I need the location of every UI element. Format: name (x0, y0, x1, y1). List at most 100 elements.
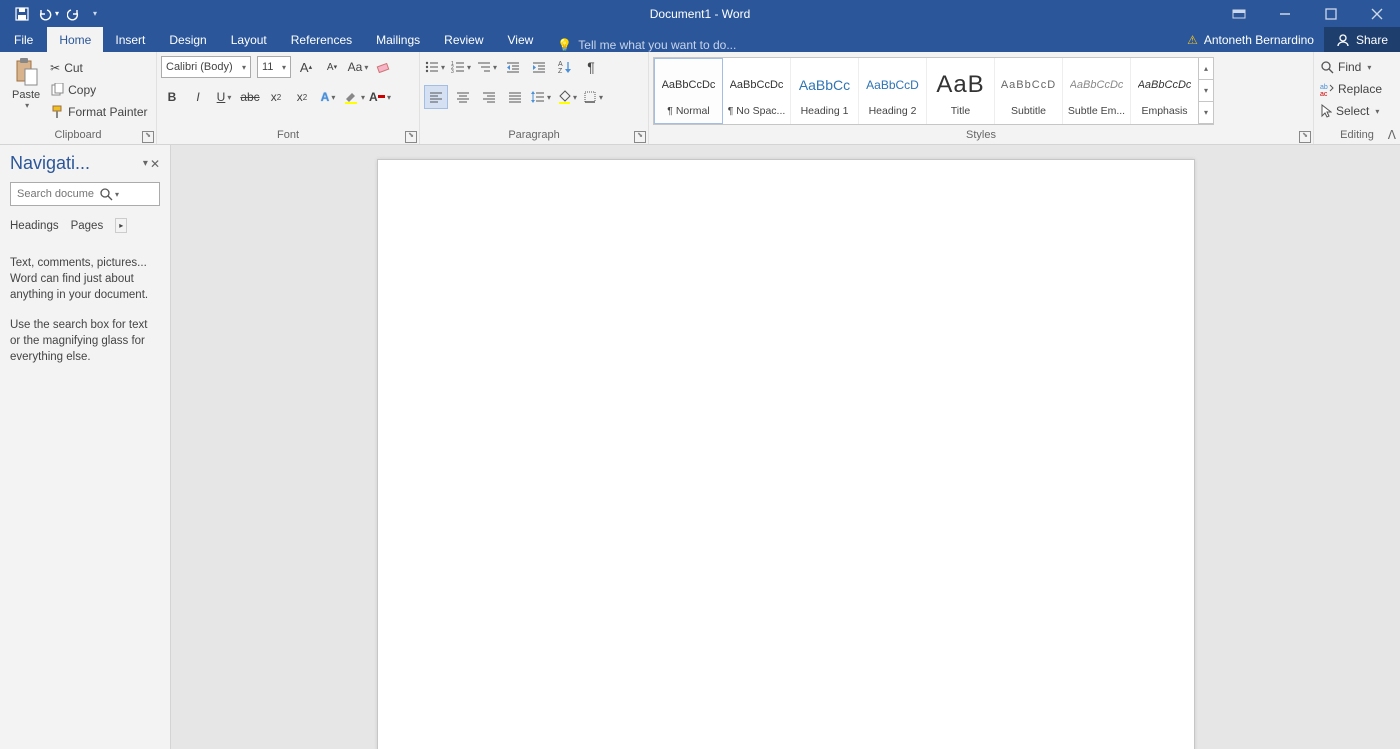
increase-indent-button[interactable] (528, 56, 550, 78)
borders-button[interactable]: ▾ (582, 86, 604, 108)
style-no-spacing[interactable]: AaBbCcDc¶ No Spac... (723, 58, 791, 124)
strikethrough-button[interactable]: abc (239, 86, 261, 108)
styles-gallery: AaBbCcDc¶ Normal AaBbCcDc¶ No Spac... Aa… (653, 57, 1214, 125)
tab-view[interactable]: View (496, 27, 546, 52)
font-name-combo[interactable]: Calibri (Body)▾ (161, 56, 251, 78)
tab-file[interactable]: File (0, 27, 47, 52)
text-effects-button[interactable]: A▾ (317, 86, 339, 108)
align-right-button[interactable] (478, 86, 500, 108)
warning-icon: ⚠ (1187, 33, 1198, 47)
subscript-button[interactable]: x2 (265, 86, 287, 108)
italic-button[interactable]: I (187, 86, 209, 108)
customize-qat-button[interactable]: ▾ (88, 2, 102, 26)
sort-icon: AZ (558, 60, 572, 74)
bullets-icon (425, 61, 439, 73)
save-button[interactable] (10, 2, 34, 26)
line-spacing-button[interactable]: ▾ (530, 86, 552, 108)
tab-insert[interactable]: Insert (103, 27, 157, 52)
styles-scroll-down[interactable]: ▾ (1199, 80, 1213, 102)
ribbon-display-options[interactable] (1216, 0, 1262, 27)
underline-button[interactable]: U▾ (213, 86, 235, 108)
title-bar: ▾ ▾ Document1 - Word (0, 0, 1400, 27)
numbering-button[interactable]: 123▾ (450, 56, 472, 78)
nav-search-menu[interactable]: ▾ (115, 190, 119, 199)
page-canvas[interactable] (377, 159, 1195, 749)
grow-font-button[interactable]: A▴ (295, 56, 317, 78)
justify-button[interactable] (504, 86, 526, 108)
format-painter-button[interactable]: Format Painter (48, 101, 149, 123)
svg-text:ab: ab (1320, 84, 1328, 91)
nav-search-box[interactable]: ▾ (10, 182, 160, 206)
style-subtle-emphasis[interactable]: AaBbCcDcSubtle Em... (1063, 58, 1131, 124)
tab-mailings[interactable]: Mailings (364, 27, 432, 52)
svg-text:ac: ac (1320, 91, 1328, 96)
svg-text:Z: Z (558, 68, 563, 74)
search-icon[interactable] (99, 187, 113, 201)
tab-layout[interactable]: Layout (219, 27, 279, 52)
collapse-ribbon-button[interactable]: ᐱ (1388, 128, 1396, 142)
tab-review[interactable]: Review (432, 27, 495, 52)
account-button[interactable]: ⚠ Antoneth Bernardino (1177, 33, 1324, 47)
style-heading-2[interactable]: AaBbCcDHeading 2 (859, 58, 927, 124)
align-center-button[interactable] (452, 86, 474, 108)
paragraph-dialog-launcher[interactable]: ⬊ (634, 131, 646, 143)
numbering-icon: 123 (451, 61, 465, 73)
font-dialog-launcher[interactable]: ⬊ (405, 131, 417, 143)
tab-home[interactable]: Home (47, 27, 103, 52)
nav-tab-more[interactable]: ▸ (115, 218, 127, 233)
font-color-button[interactable]: A▾ (369, 86, 391, 108)
multilevel-list-button[interactable]: ▾ (476, 56, 498, 78)
ribbon: Paste ▾ ✂Cut Copy Format Painter Clipboa… (0, 52, 1400, 145)
change-case-button[interactable]: Aa▾ (347, 56, 369, 78)
tab-design[interactable]: Design (157, 27, 218, 52)
nav-help-text-2: Use the search box for text or the magni… (10, 317, 160, 365)
navigation-pane: Navigati... ▾ ✕ ▾ Headings Pages ▸ Text,… (0, 145, 171, 749)
find-button[interactable]: Find▾ (1318, 56, 1373, 78)
style-normal[interactable]: AaBbCcDc¶ Normal (654, 58, 723, 124)
document-area[interactable] (171, 145, 1400, 749)
bullets-button[interactable]: ▾ (424, 56, 446, 78)
replace-button[interactable]: abacReplace (1318, 78, 1384, 100)
style-title[interactable]: AaBTitle (927, 58, 995, 124)
highlight-button[interactable]: ▾ (343, 86, 365, 108)
work-area: Navigati... ▾ ✕ ▾ Headings Pages ▸ Text,… (0, 145, 1400, 749)
lightbulb-icon: 💡 (557, 38, 572, 52)
styles-expand[interactable]: ▾ (1199, 102, 1213, 124)
style-emphasis[interactable]: AaBbCcDcEmphasis (1131, 58, 1198, 124)
copy-button[interactable]: Copy (48, 79, 149, 101)
clipboard-dialog-launcher[interactable]: ⬊ (142, 131, 154, 143)
styles-scroll-up[interactable]: ▴ (1199, 58, 1213, 80)
share-button[interactable]: Share (1324, 27, 1400, 52)
style-subtitle[interactable]: AaBbCcDSubtitle (995, 58, 1063, 124)
tab-references[interactable]: References (279, 27, 364, 52)
paste-button[interactable]: Paste ▾ (4, 55, 48, 112)
group-styles: AaBbCcDc¶ Normal AaBbCcDc¶ No Spac... Aa… (649, 52, 1314, 144)
nav-close-button[interactable]: ✕ (150, 157, 160, 171)
nav-tab-pages[interactable]: Pages (71, 220, 104, 232)
cut-button[interactable]: ✂Cut (48, 57, 149, 79)
shading-button[interactable]: ▾ (556, 86, 578, 108)
clear-formatting-button[interactable] (373, 56, 395, 78)
nav-tab-headings[interactable]: Headings (10, 220, 59, 232)
font-size-combo[interactable]: 11▾ (257, 56, 291, 78)
sort-button[interactable]: AZ (554, 56, 576, 78)
close-button[interactable] (1354, 0, 1400, 27)
maximize-button[interactable] (1308, 0, 1354, 27)
show-marks-button[interactable]: ¶ (580, 56, 602, 78)
redo-button[interactable] (62, 2, 86, 26)
superscript-button[interactable]: x2 (291, 86, 313, 108)
select-button[interactable]: Select▾ (1318, 100, 1381, 122)
decrease-indent-button[interactable] (502, 56, 524, 78)
tell-me-search[interactable]: 💡 Tell me what you want to do... (545, 38, 736, 52)
nav-search-input[interactable] (15, 187, 99, 201)
minimize-button[interactable] (1262, 0, 1308, 27)
bold-button[interactable]: B (161, 86, 183, 108)
ribbon-tabs: File Home Insert Design Layout Reference… (0, 27, 1400, 52)
align-left-button[interactable] (424, 85, 448, 109)
style-heading-1[interactable]: AaBbCcHeading 1 (791, 58, 859, 124)
paintbrush-icon (50, 105, 64, 119)
styles-dialog-launcher[interactable]: ⬊ (1299, 131, 1311, 143)
shrink-font-button[interactable]: A▾ (321, 56, 343, 78)
nav-menu-button[interactable]: ▾ (143, 158, 148, 169)
undo-button[interactable]: ▾ (36, 2, 60, 26)
